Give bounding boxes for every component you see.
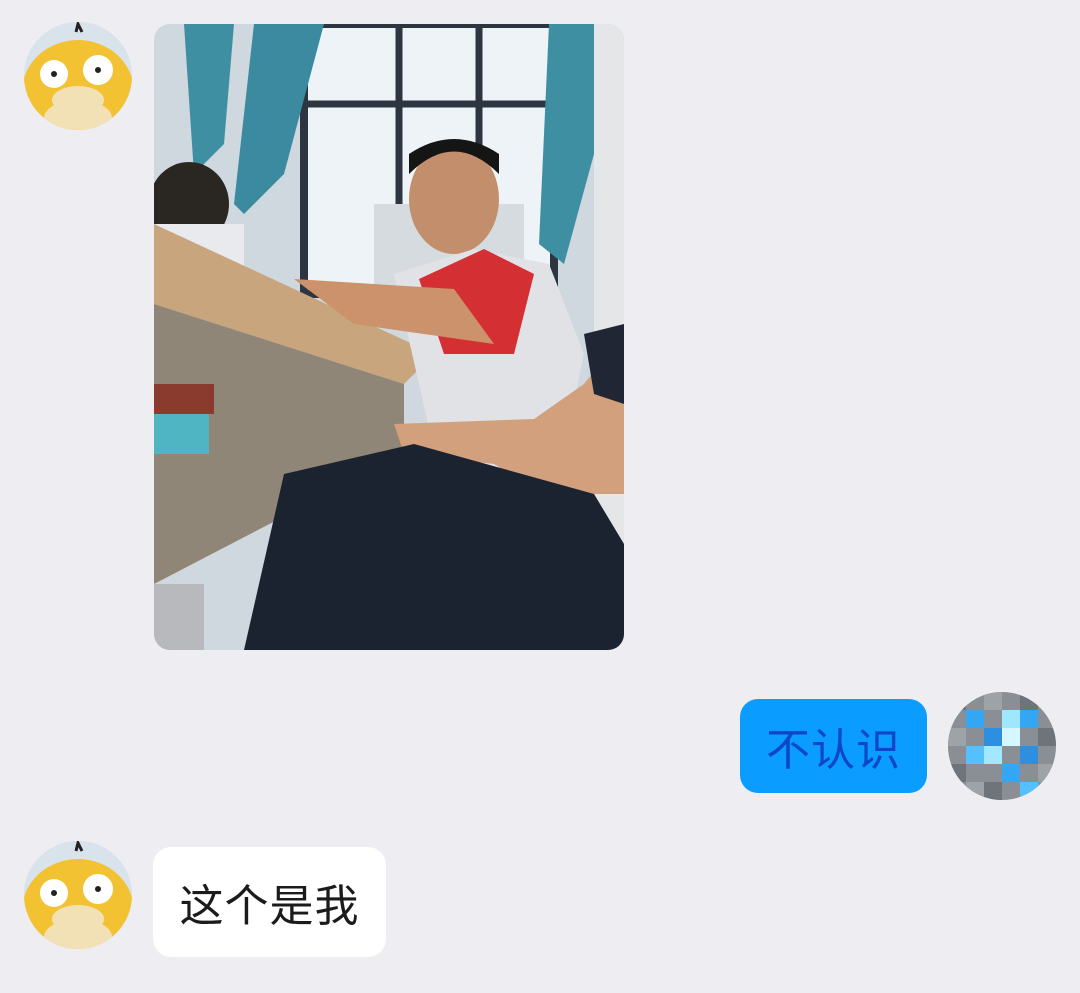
sent-message-bubble[interactable]: 不认识	[740, 699, 927, 793]
psyduck-avatar-icon	[24, 841, 132, 949]
psyduck-avatar-icon	[24, 22, 132, 130]
my-avatar[interactable]	[948, 692, 1056, 800]
shared-photo[interactable]	[154, 24, 624, 650]
friend-avatar[interactable]	[24, 841, 132, 949]
pixel-ore-avatar-icon	[948, 692, 1056, 800]
sent-message-text: 不认识	[766, 725, 901, 776]
friend-avatar[interactable]	[24, 22, 132, 130]
received-message-bubble[interactable]: 这个是我	[153, 847, 386, 957]
received-message-text: 这个是我	[179, 881, 360, 932]
classroom-photo	[154, 24, 624, 650]
